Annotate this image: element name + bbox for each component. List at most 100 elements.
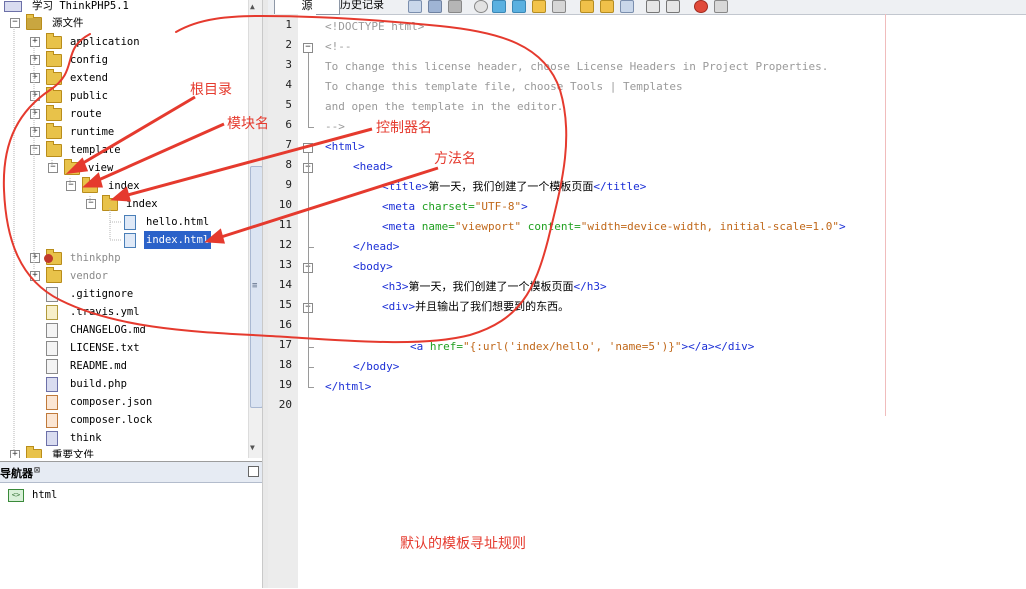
html-tag: </html> bbox=[325, 380, 372, 393]
line-number: 4 bbox=[285, 78, 292, 91]
toggle-highlight-icon[interactable] bbox=[552, 0, 566, 13]
start-macro-icon[interactable] bbox=[694, 0, 708, 13]
scroll-grip-icon: ≡ bbox=[252, 281, 258, 291]
code-line-13: <body> bbox=[353, 257, 393, 277]
comment: <!-- bbox=[325, 40, 352, 53]
annotation-caption: 默认的模板寻址规则 bbox=[400, 536, 526, 552]
fold-column bbox=[298, 14, 316, 588]
editor-toolbar: 源 历史记录 bbox=[268, 0, 1026, 15]
div-text: 并且输出了我们想要到的东西。 bbox=[415, 300, 570, 313]
line-number: 16 bbox=[278, 318, 292, 331]
tab-history[interactable]: 历史记录 bbox=[334, 0, 390, 13]
annotation-module-name: 模块名 bbox=[227, 116, 269, 132]
line-number: 13 bbox=[278, 258, 292, 271]
line-number: 10 bbox=[278, 198, 292, 211]
code-line-11: <meta name="viewport" content="width=dev… bbox=[382, 217, 846, 237]
next-bookmark-icon[interactable] bbox=[600, 0, 614, 13]
line-number: 17 bbox=[278, 338, 292, 351]
find-previous-icon[interactable] bbox=[492, 0, 506, 13]
scroll-up-icon[interactable]: ▲ bbox=[250, 2, 255, 11]
line-number: 5 bbox=[285, 98, 292, 111]
annotation-root-dir: 根目录 bbox=[190, 82, 232, 98]
html-tag: > bbox=[839, 220, 846, 233]
html-tag: </head> bbox=[353, 240, 400, 253]
html-attr: content= bbox=[521, 220, 581, 233]
back-icon[interactable] bbox=[428, 0, 442, 13]
annotation-controller-name: 控制器名 bbox=[376, 120, 432, 136]
html-value: "viewport" bbox=[454, 220, 522, 233]
line-number: 1 bbox=[285, 18, 292, 31]
toggle-bookmark-icon[interactable] bbox=[620, 0, 634, 13]
template-url-value: "{:url('index/hello', 'name=5')}" bbox=[463, 340, 682, 353]
comment: --> bbox=[325, 120, 345, 133]
line-number: 12 bbox=[278, 238, 292, 251]
forward-icon[interactable] bbox=[448, 0, 462, 13]
tab-source[interactable]: 源 bbox=[274, 0, 340, 15]
fold-guide bbox=[308, 153, 309, 387]
minimize-icon[interactable] bbox=[248, 466, 259, 477]
html-tag: <a bbox=[410, 340, 430, 353]
navigator-header: 导航器 ⊠ bbox=[0, 462, 262, 483]
fold-toggle-icon[interactable]: − bbox=[303, 143, 313, 153]
html-tag: </h3> bbox=[573, 280, 607, 293]
shift-right-icon[interactable] bbox=[666, 0, 680, 13]
html-attr: href= bbox=[429, 340, 463, 353]
code-line-2: <!-- bbox=[325, 37, 352, 57]
annotation-method-name: 方法名 bbox=[434, 151, 476, 167]
html-tag: <meta bbox=[382, 220, 422, 233]
code-line-3: To change this license header, choose Li… bbox=[325, 57, 828, 77]
close-icon[interactable]: ⊠ bbox=[34, 465, 40, 476]
tree-guide-lines bbox=[13, 27, 122, 450]
fold-end bbox=[308, 127, 314, 128]
search-icon[interactable] bbox=[474, 0, 488, 13]
line-number: 6 bbox=[285, 118, 292, 131]
html-tag: ></a></div> bbox=[681, 340, 755, 353]
line-number: 19 bbox=[278, 378, 292, 391]
code-line-15: <div>并且输出了我们想要到的东西。 bbox=[382, 297, 569, 317]
code-line-17: <a href="{:url('index/hello', 'name=5')}… bbox=[410, 337, 754, 357]
last-edit-icon[interactable] bbox=[408, 0, 422, 13]
html-tag: <meta bbox=[382, 200, 422, 213]
line-number: 14 bbox=[278, 278, 292, 291]
html-tag: <html> bbox=[325, 140, 365, 153]
html-tag: </body> bbox=[353, 360, 400, 373]
stop-macro-icon[interactable] bbox=[714, 0, 728, 13]
line-number: 9 bbox=[285, 178, 292, 191]
fold-end bbox=[308, 387, 314, 388]
code-line-4: To change this template file, choose Too… bbox=[325, 77, 683, 97]
code-line-9: <title>第一天，我们创建了一个模板页面</title> bbox=[382, 177, 646, 197]
comment: and open the template in the editor. bbox=[325, 100, 564, 113]
comment: To change this template file, choose Too… bbox=[325, 80, 683, 93]
html-tag: </title> bbox=[593, 180, 647, 193]
html-tag: > bbox=[521, 200, 528, 213]
html-attr: charset= bbox=[421, 200, 475, 213]
html-tag: <head> bbox=[353, 160, 393, 173]
fold-guide bbox=[308, 53, 309, 127]
find-next-icon[interactable] bbox=[512, 0, 526, 13]
shift-left-icon[interactable] bbox=[646, 0, 660, 13]
code-line-8: <head> bbox=[353, 157, 393, 177]
code-line-1: <!DOCTYPE html> bbox=[325, 17, 424, 37]
line-number: 15 bbox=[278, 298, 292, 311]
line-number: 2 bbox=[285, 38, 292, 51]
find-selection-icon[interactable] bbox=[532, 0, 546, 13]
code-line-14: <h3>第一天，我们创建了一个模板页面</h3> bbox=[382, 277, 607, 297]
fold-toggle-icon[interactable]: − bbox=[303, 43, 313, 53]
navigator-item-html[interactable]: <> html bbox=[8, 487, 57, 503]
right-margin-line bbox=[885, 14, 886, 416]
doctype: <!DOCTYPE html> bbox=[325, 20, 425, 33]
project-panel: 学习 ThinkPHP5.1 − 源文件 + application + con… bbox=[0, 0, 262, 458]
line-number: 11 bbox=[278, 218, 292, 231]
code-line-12: </head> bbox=[353, 237, 399, 257]
title-text: 第一天，我们创建了一个模板页面 bbox=[428, 180, 594, 193]
previous-bookmark-icon[interactable] bbox=[580, 0, 594, 13]
scroll-down-icon[interactable]: ▼ bbox=[250, 443, 255, 452]
line-number: 20 bbox=[278, 398, 292, 411]
line-number: 7 bbox=[285, 138, 292, 151]
navigator-item-label: html bbox=[32, 489, 58, 501]
line-number: 8 bbox=[285, 158, 292, 171]
navigator-panel: 导航器 ⊠ <> html bbox=[0, 461, 262, 589]
html-value: "UTF-8" bbox=[474, 200, 522, 213]
html-tag: <body> bbox=[353, 260, 393, 273]
html-element-icon: <> bbox=[8, 488, 24, 502]
